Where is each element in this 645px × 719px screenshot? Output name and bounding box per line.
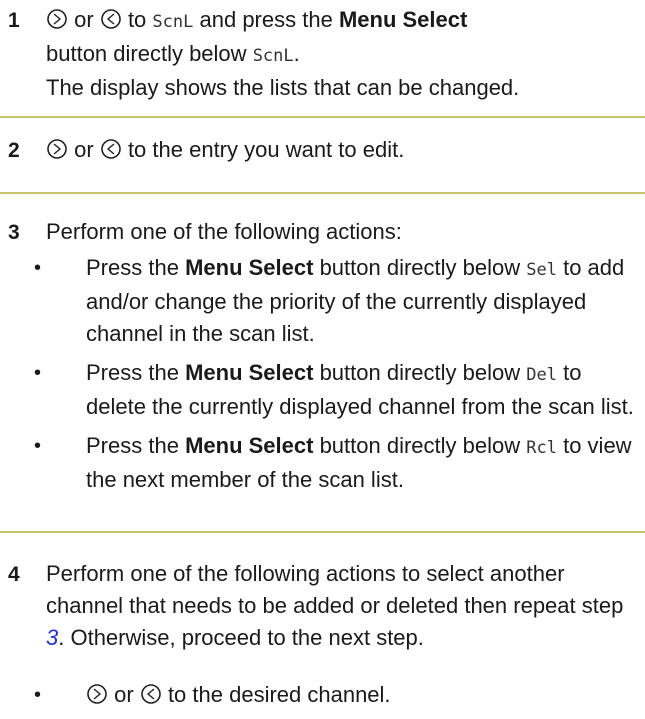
lcd-text: ScnL <box>252 46 294 66</box>
text: and press the <box>199 7 333 32</box>
or-text: or <box>74 7 94 32</box>
left-arrow-button-icon <box>100 138 122 160</box>
list-item: • Press the Menu Select button directly … <box>34 430 635 496</box>
bullet-dot: • <box>34 257 42 279</box>
bullet-dot: • <box>34 362 42 384</box>
step-number: 4 <box>8 563 20 586</box>
list-item: • Press the Menu Select button directly … <box>34 357 635 423</box>
left-arrow-button-icon <box>100 8 122 30</box>
right-arrow-button-icon <box>86 683 108 705</box>
menu-select-label: Menu Select <box>185 360 314 385</box>
or-text: or <box>114 682 134 707</box>
or-text: or <box>74 137 94 162</box>
right-arrow-button-icon <box>46 8 68 30</box>
step-number: 1 <box>8 9 20 32</box>
text: button directly below <box>319 255 521 280</box>
divider <box>0 192 645 194</box>
divider <box>0 531 645 533</box>
step-4-bullets: • or to the desired channel. <box>34 679 635 718</box>
text: to the desired channel. <box>167 682 391 707</box>
result-text: The display shows the lists that can be … <box>46 75 520 100</box>
text: Press the <box>86 433 179 458</box>
text: button directly below <box>46 41 247 66</box>
text: to the entry you want to edit. <box>127 137 405 162</box>
to-text: to <box>127 7 147 32</box>
step-text: Perform one of the following actions to … <box>46 558 635 654</box>
right-arrow-button-icon <box>46 138 68 160</box>
text: . Otherwise, proceed to the next step. <box>58 625 424 650</box>
bullet-dot: • <box>34 435 42 457</box>
lcd-text: ScnL <box>152 12 194 32</box>
menu-select-label: Menu Select <box>185 255 314 280</box>
text: button directly below <box>319 433 521 458</box>
step-number: 2 <box>8 139 20 162</box>
text: button directly below <box>319 360 521 385</box>
text: Perform one of the following actions to … <box>46 561 624 618</box>
text: Press the <box>86 255 179 280</box>
lcd-text: Del <box>526 365 557 385</box>
lcd-text: Rcl <box>526 438 557 458</box>
list-item: • or to the desired channel. <box>34 679 635 711</box>
left-arrow-button-icon <box>140 683 162 705</box>
text: Press the <box>86 360 179 385</box>
step-3-bullets: • Press the Menu Select button directly … <box>34 252 635 503</box>
list-item: • Press the Menu Select button directly … <box>34 252 635 350</box>
lcd-text: Sel <box>526 260 557 280</box>
text: . <box>293 41 300 66</box>
menu-select-label: Menu Select <box>185 433 314 458</box>
step-number: 3 <box>8 221 20 244</box>
step-link[interactable]: 3 <box>46 625 58 650</box>
step-text: Perform one of the following actions: <box>46 219 402 244</box>
menu-select-label: Menu Select <box>338 7 468 32</box>
step-text: or to the entry you want to edit. <box>46 134 635 166</box>
divider <box>0 116 645 118</box>
bullet-dot: • <box>34 684 42 706</box>
step-text: or to ScnL and press the Menu Select but… <box>46 4 635 104</box>
